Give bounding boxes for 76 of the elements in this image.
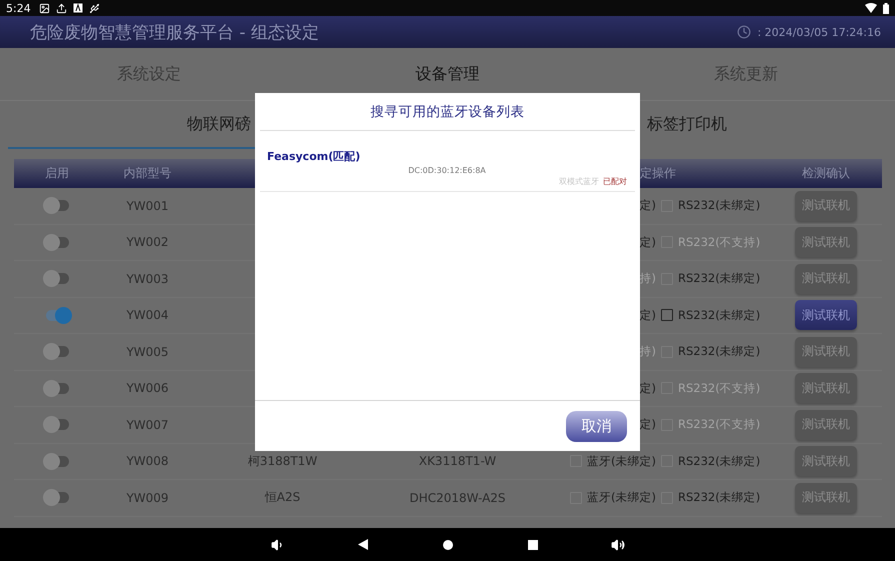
- cancel-button[interactable]: 取消: [566, 410, 627, 442]
- toggle-switch[interactable]: [42, 416, 72, 434]
- bluetooth-label: 蓝牙(未绑定): [587, 490, 656, 506]
- test-connection-button[interactable]: 测试联机: [795, 373, 857, 404]
- test-connection-button[interactable]: 测试联机: [795, 190, 857, 221]
- dialog-title: 搜寻可用的蓝牙设备列表: [260, 93, 635, 131]
- table-cell-text: YW004: [125, 308, 170, 322]
- test-connection-button[interactable]: 测试联机: [795, 410, 857, 440]
- table-cell-text: YW007: [125, 418, 170, 432]
- battery-icon: [883, 2, 889, 14]
- column-header: 定操作: [640, 165, 676, 182]
- rs232-label: RS232(未绑定): [678, 344, 760, 360]
- test-connection-button[interactable]: 测试联机: [795, 482, 857, 513]
- toggle-switch[interactable]: [42, 489, 72, 506]
- toggle-switch[interactable]: [42, 270, 72, 288]
- table-cell-text: YW002: [125, 235, 170, 250]
- test-connection-button[interactable]: 测试联机: [795, 300, 857, 330]
- table-cell-text: YW001: [125, 198, 170, 213]
- upload-icon: [56, 2, 67, 14]
- table-cell-text: 柯3188T1W: [246, 452, 318, 470]
- rs232-label: RS232(未绑定): [678, 454, 760, 469]
- rs232-label: RS232(未绑定): [678, 490, 760, 506]
- rs232-label: RS232(未绑定): [678, 271, 760, 286]
- image-icon: [38, 2, 50, 14]
- bluetooth-label: 持): [640, 344, 656, 360]
- wifi-icon: [865, 3, 877, 13]
- test-connection-button[interactable]: 测试联机: [795, 336, 857, 367]
- table-cell-text: YW003: [125, 272, 170, 286]
- table-cell-text: YW006: [125, 381, 170, 396]
- rs232-label: RS232(不支持): [678, 234, 760, 250]
- toggle-switch[interactable]: [42, 452, 72, 470]
- table-cell-text: YW009: [125, 490, 170, 505]
- status-time: 5:24: [6, 2, 31, 14]
- test-connection-button[interactable]: 测试联机: [795, 264, 857, 294]
- table-cell-text: YW008: [125, 454, 170, 468]
- test-connection-button[interactable]: 测试联机: [795, 227, 857, 258]
- device-type: 双模式蓝牙: [559, 176, 599, 187]
- back-icon[interactable]: [358, 539, 368, 550]
- rs232-label: RS232(不支持): [678, 417, 760, 432]
- column-header: 内部型号: [122, 165, 172, 182]
- table-cell-text: XK3118T1-W: [418, 454, 498, 468]
- checkbox[interactable]: [661, 309, 673, 322]
- column-header: 启用: [44, 165, 70, 182]
- toggle-switch[interactable]: [42, 380, 72, 397]
- bluetooth-label: 定): [640, 417, 656, 432]
- usb-icon: [88, 2, 100, 14]
- device-name: Feasycom(匹配): [267, 149, 360, 164]
- bluetooth-label: 蓝牙(未绑定): [587, 454, 656, 469]
- column-header: 检测确认: [801, 165, 851, 182]
- pairing-status: 已配对: [603, 176, 627, 187]
- toggle-switch[interactable]: [42, 234, 72, 251]
- toggle-switch[interactable]: [42, 343, 72, 360]
- bluetooth-label: 持): [640, 271, 656, 286]
- volume-down-icon[interactable]: [270, 538, 284, 552]
- rs232-label: RS232(未绑定): [678, 198, 760, 214]
- sub-tab[interactable]: 标签打印机: [647, 101, 887, 149]
- device-list-item[interactable]: Feasycom(匹配) DC:0D:30:12:E6:8A 双模式蓝牙 已配对: [260, 131, 635, 192]
- app-title: 危险废物智慧管理服务平台 - 组态设定: [30, 22, 319, 44]
- toggle-switch[interactable]: [42, 197, 72, 214]
- volume-up-icon[interactable]: [610, 538, 624, 552]
- datetime-text: : 2024/03/05 17:24:16: [757, 26, 881, 38]
- device-address: DC:0D:30:12:E6:8A: [408, 166, 486, 175]
- letter-box-icon: [72, 3, 83, 13]
- home-icon[interactable]: [442, 540, 452, 550]
- table-cell-text: 恒A2S: [264, 489, 302, 506]
- bluetooth-label: 定): [640, 198, 656, 214]
- bluetooth-label: 定): [640, 380, 656, 396]
- rs232-label: RS232(未绑定): [678, 308, 760, 323]
- bluetooth-label: 定): [640, 308, 656, 323]
- clock-icon: [737, 25, 752, 39]
- table-cell-text: DHC2018W-A2S: [408, 490, 507, 505]
- recents-icon[interactable]: [528, 540, 538, 550]
- bluetooth-label: 定): [640, 234, 656, 250]
- table-cell-text: YW005: [125, 344, 170, 359]
- test-connection-button[interactable]: 测试联机: [795, 446, 857, 476]
- rs232-label: RS232(不支持): [678, 380, 760, 396]
